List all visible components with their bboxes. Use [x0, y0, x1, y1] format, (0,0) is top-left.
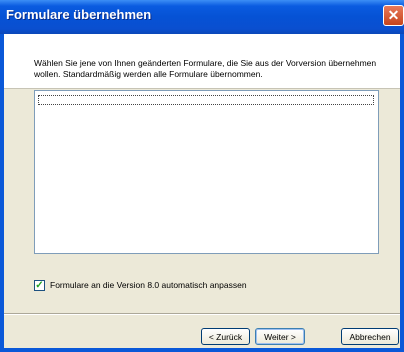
- auto-adjust-option[interactable]: ✓ Formulare an die Version 8.0 automatis…: [34, 278, 247, 292]
- close-icon: ✕: [387, 7, 400, 23]
- forms-list[interactable]: [34, 90, 379, 254]
- auto-adjust-checkbox[interactable]: ✓: [34, 279, 45, 291]
- description-text: Wählen Sie jene von Ihnen geänderten For…: [34, 58, 377, 79]
- back-button[interactable]: < Zurück: [201, 328, 250, 345]
- dialog-window: Formulare übernehmen ✕ Wählen Sie jene v…: [0, 0, 404, 352]
- checkmark-icon: ✓: [35, 279, 44, 291]
- next-button[interactable]: Weiter >: [255, 328, 305, 345]
- cancel-button[interactable]: Abbrechen: [341, 328, 399, 345]
- window-title: Formulare übernehmen: [6, 7, 152, 22]
- separator: [4, 313, 400, 315]
- list-focus-row[interactable]: [38, 95, 374, 105]
- close-button[interactable]: ✕: [383, 5, 404, 26]
- auto-adjust-label: Formulare an die Version 8.0 automatisch…: [50, 280, 247, 290]
- title-bar[interactable]: Formulare übernehmen ✕: [0, 0, 404, 34]
